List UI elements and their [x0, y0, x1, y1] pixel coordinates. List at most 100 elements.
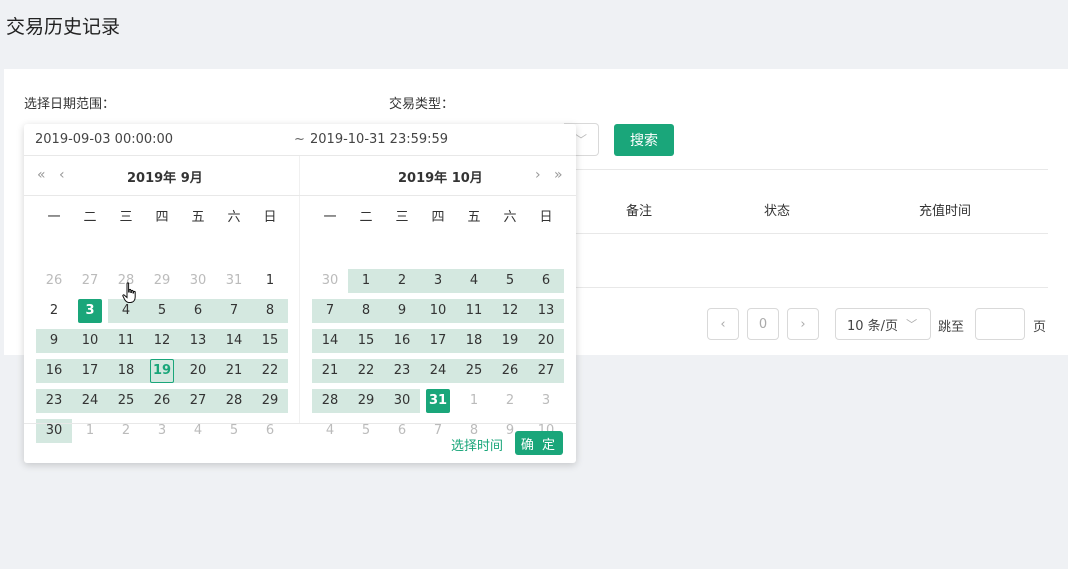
calendar-day[interactable]: 5 [144, 299, 180, 323]
page-size-select[interactable]: 10 条/页 ﹀ [835, 308, 931, 340]
start-date-input[interactable]: 2019-09-03 00:00:00 [35, 132, 173, 147]
calendar-day[interactable]: 4 [456, 269, 492, 293]
calendar-day[interactable]: 11 [456, 299, 492, 323]
calendar-day[interactable]: 20 [528, 329, 564, 353]
calendar-day[interactable]: 22 [348, 359, 384, 383]
calendar-day[interactable]: 27 [528, 359, 564, 383]
prev-page-button[interactable]: ‹ [707, 308, 739, 340]
calendar-day[interactable]: 14 [312, 329, 348, 353]
column-header-recharge-time: 充值时间 [919, 204, 972, 219]
weekday-label: 四 [431, 210, 445, 225]
calendar-day[interactable]: 26 [36, 269, 72, 293]
calendar-day[interactable]: 11 [108, 329, 144, 353]
page-unit-label: 页 [1033, 320, 1047, 335]
calendar-day[interactable]: 27 [180, 389, 216, 413]
calendar-day[interactable]: 2 [384, 269, 420, 293]
range-input-row: 2019-09-03 00:00:00 ~ 2019-10-31 23:59:5… [24, 124, 576, 156]
calendar-day[interactable]: 7 [216, 299, 252, 323]
calendar-day[interactable]: 2 [36, 299, 72, 323]
calendar-day[interactable]: 15 [252, 329, 288, 353]
next-page-button[interactable]: › [787, 308, 819, 340]
calendar-day[interactable]: 29 [144, 269, 180, 293]
next-month-icon[interactable]: › [535, 167, 541, 183]
calendar-day[interactable]: 30 [312, 269, 348, 293]
calendar-day[interactable]: 23 [36, 389, 72, 413]
calendar-day[interactable]: 3 [528, 389, 564, 413]
calendar-month-title[interactable]: 2019年 10月 [398, 167, 483, 186]
calendar-day[interactable]: 5 [492, 269, 528, 293]
page-number-button[interactable]: 0 [747, 308, 779, 340]
calendar-day[interactable]: 17 [72, 359, 108, 383]
calendar-day[interactable]: 3 [72, 299, 108, 323]
calendar-day[interactable]: 16 [384, 329, 420, 353]
calendar-day[interactable]: 18 [108, 359, 144, 383]
calendar-day[interactable]: 31 [420, 389, 456, 413]
calendar-day[interactable]: 26 [492, 359, 528, 383]
calendar-day[interactable]: 13 [180, 329, 216, 353]
calendar-day[interactable]: 6 [528, 269, 564, 293]
picker-footer: 选择时间 确 定 [24, 423, 576, 463]
prev-month-icon[interactable]: ‹ [59, 167, 65, 183]
calendar-day[interactable]: 24 [420, 359, 456, 383]
calendar-day[interactable]: 1 [252, 269, 288, 293]
calendar-day[interactable]: 18 [456, 329, 492, 353]
calendar-day[interactable]: 8 [348, 299, 384, 323]
calendar-day[interactable]: 12 [492, 299, 528, 323]
calendar-day[interactable]: 22 [252, 359, 288, 383]
calendar-day[interactable]: 29 [348, 389, 384, 413]
calendar-day[interactable]: 25 [456, 359, 492, 383]
calendar-day[interactable]: 1 [348, 269, 384, 293]
calendar-day[interactable]: 25 [108, 389, 144, 413]
calendar-day[interactable]: 30 [384, 389, 420, 413]
column-header-status: 状态 [764, 204, 791, 219]
calendar-day[interactable]: 13 [528, 299, 564, 323]
calendar-day[interactable]: 29 [252, 389, 288, 413]
calendar-day[interactable]: 10 [420, 299, 456, 323]
jump-page-input[interactable] [975, 308, 1025, 340]
calendar-day[interactable]: 30 [180, 269, 216, 293]
calendar-day[interactable]: 15 [348, 329, 384, 353]
calendar-day[interactable]: 17 [420, 329, 456, 353]
calendar-day[interactable]: 19 [144, 359, 180, 383]
search-button[interactable]: 搜索 [614, 124, 674, 156]
end-date-input[interactable]: 2019-10-31 23:59:59 [310, 132, 448, 147]
calendar-day[interactable]: 27 [72, 269, 108, 293]
date-range-label: 选择日期范围： [24, 97, 116, 112]
calendar-day[interactable]: 26 [144, 389, 180, 413]
prev-year-icon[interactable]: « [37, 167, 46, 183]
calendar-day[interactable]: 7 [312, 299, 348, 323]
calendar-month-title[interactable]: 2019年 9月 [127, 167, 203, 186]
calendar-day[interactable]: 21 [216, 359, 252, 383]
column-header-remark: 备注 [626, 204, 653, 219]
calendar-day[interactable]: 24 [72, 389, 108, 413]
calendar-day[interactable]: 19 [492, 329, 528, 353]
page-title: 交易历史记录 [6, 16, 121, 38]
calendar-day[interactable]: 6 [180, 299, 216, 323]
weekday-label: 六 [227, 210, 241, 225]
select-time-link[interactable]: 选择时间 [451, 435, 503, 454]
calendar-day[interactable]: 23 [384, 359, 420, 383]
range-separator: ~ [294, 132, 305, 147]
calendar-day[interactable]: 9 [36, 329, 72, 353]
calendar-day[interactable]: 3 [420, 269, 456, 293]
calendar-day[interactable]: 10 [72, 329, 108, 353]
calendar-day[interactable]: 31 [216, 269, 252, 293]
weekday-label: 一 [47, 210, 61, 225]
weekday-label: 六 [503, 210, 517, 225]
next-year-icon[interactable]: » [554, 167, 563, 183]
confirm-button[interactable]: 确 定 [515, 431, 563, 455]
calendar-day[interactable]: 16 [36, 359, 72, 383]
calendar-day[interactable]: 28 [216, 389, 252, 413]
calendar-day[interactable]: 20 [180, 359, 216, 383]
calendar-day[interactable]: 9 [384, 299, 420, 323]
weekday-label: 五 [191, 210, 205, 225]
jump-to-label: 跳至 [938, 320, 965, 335]
calendar-day[interactable]: 14 [216, 329, 252, 353]
calendar-day[interactable]: 2 [492, 389, 528, 413]
calendar-day[interactable]: 21 [312, 359, 348, 383]
weekday-row: 一 二 三 四 五 六 日 [312, 206, 564, 225]
calendar-day[interactable]: 8 [252, 299, 288, 323]
calendar-day[interactable]: 12 [144, 329, 180, 353]
calendar-day[interactable]: 1 [456, 389, 492, 413]
calendar-day[interactable]: 28 [312, 389, 348, 413]
